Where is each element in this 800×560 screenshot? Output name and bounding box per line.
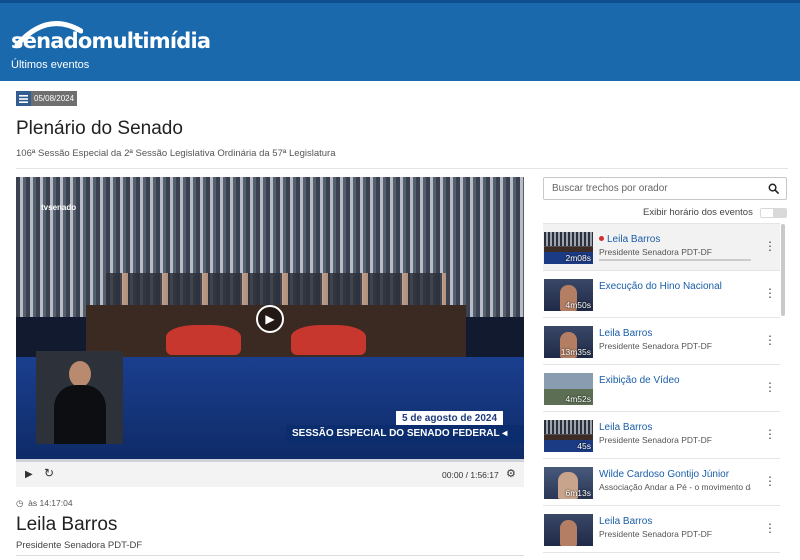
search-icon[interactable] — [768, 183, 779, 194]
more-options-icon[interactable]: ⋮ — [764, 428, 776, 440]
page-title: Plenário do Senado — [16, 118, 183, 139]
list-item[interactable]: 6m13s Wilde Cardoso Gontijo Júnior Assoc… — [543, 459, 780, 506]
big-play-button[interactable]: ▶ — [256, 305, 284, 333]
overlay-title: SESSÃO ESPECIAL DO SENADO FEDERAL ◂ — [286, 425, 524, 443]
speaker-time-row: ◷ às 14:17:04 — [16, 498, 73, 509]
duration: 45s — [577, 441, 591, 451]
more-options-icon[interactable]: ⋮ — [764, 522, 776, 534]
toggle-label: Exibir horário dos eventos — [643, 207, 753, 218]
logo-text-multimidia: multimídia — [91, 29, 212, 53]
item-title: Leila Barros — [599, 328, 653, 339]
item-subtitle: Presidente Senadora PDT-DF — [599, 529, 712, 539]
video-frame-people — [106, 273, 446, 307]
more-options-icon[interactable]: ⋮ — [764, 381, 776, 393]
video-frame-flowers-right — [291, 325, 366, 355]
event-list-scrollbar[interactable] — [781, 224, 785, 316]
more-options-icon[interactable]: ⋮ — [764, 287, 776, 299]
item-subtitle: Presidente Senadora PDT-DF — [599, 341, 712, 351]
list-item[interactable]: Leila Barros Presidente Senadora PDT-DF … — [543, 506, 780, 553]
video-controls: ▶ ↻ 00:00 / 1:56:17 ⚙ — [16, 462, 524, 487]
play-icon[interactable]: ▶ — [25, 469, 33, 480]
list-icon[interactable] — [16, 91, 31, 106]
time-display: 00:00 / 1:56:17 — [442, 470, 499, 480]
show-times-toggle[interactable] — [760, 208, 787, 218]
list-item[interactable]: 45s Leila Barros Presidente Senadora PDT… — [543, 412, 780, 459]
duration: 4m50s — [565, 300, 591, 310]
clock-icon: ◷ — [16, 498, 24, 508]
site-header: senadomultimídia Últimos eventos — [0, 0, 800, 81]
event-list: 2m08s Leila Barros Presidente Senadora P… — [543, 223, 780, 560]
item-title: Leila Barros — [599, 516, 653, 527]
duration: 4m52s — [565, 394, 591, 404]
item-title: Wilde Cardoso Gontijo Júnior — [599, 469, 730, 480]
thumbnail — [544, 514, 593, 546]
live-indicator-icon — [599, 235, 604, 241]
sign-language-interpreter — [36, 351, 123, 444]
nav-ultimos-eventos[interactable]: Últimos eventos — [11, 59, 89, 71]
divider — [16, 168, 788, 169]
video-player[interactable]: tvsenado ▶ 5 de agosto de 2024 SESSÃO ES… — [16, 177, 524, 462]
divider — [16, 555, 524, 556]
item-title: Execução do Hino Nacional — [599, 281, 722, 292]
reload-icon[interactable]: ↻ — [44, 466, 54, 480]
more-options-icon[interactable]: ⋮ — [764, 240, 776, 252]
item-title: Leila Barros — [599, 422, 653, 433]
thumbnail: 13m35s — [544, 326, 593, 358]
event-date-badge: 05/08/2024 — [16, 91, 78, 106]
tvsenado-logo: tvsenado — [41, 203, 77, 212]
item-title: Exibição de Vídeo — [599, 375, 680, 386]
item-subtitle: Presidente Senadora PDT-DF — [599, 435, 712, 445]
item-progress-bar — [599, 259, 751, 261]
thumbnail: 45s — [544, 420, 593, 452]
list-item[interactable]: 4m52s Exibição de Vídeo ⋮ — [543, 365, 780, 412]
item-subtitle: Associação Andar a Pé - o movimento da — [599, 482, 751, 492]
list-item[interactable]: 4m50s Execução do Hino Nacional ⋮ — [543, 271, 780, 318]
duration: 13m35s — [560, 347, 591, 357]
video-frame-flowers-left — [166, 325, 241, 355]
thumbnail: 2m08s — [544, 232, 593, 264]
play-icon: ▶ — [265, 312, 275, 326]
item-title-wrap: Leila Barros — [599, 234, 660, 245]
interpreter-head — [69, 361, 91, 387]
logo-text-senado: senado — [11, 29, 92, 53]
thumbnail: 4m50s — [544, 279, 593, 311]
search-input[interactable] — [544, 178, 764, 199]
speaker-role: Presidente Senadora PDT-DF — [16, 540, 143, 551]
search-box — [543, 177, 787, 200]
more-options-icon[interactable]: ⋮ — [764, 334, 776, 346]
page-subtitle: 106ª Sessão Especial da 2ª Sessão Legisl… — [16, 148, 336, 159]
list-item[interactable]: 13m35s Leila Barros Presidente Senadora … — [543, 318, 780, 365]
item-title: Leila Barros — [607, 234, 661, 245]
thumbnail: 6m13s — [544, 467, 593, 499]
more-options-icon[interactable]: ⋮ — [764, 475, 776, 487]
duration: 6m13s — [565, 488, 591, 498]
overlay-date: 5 de agosto de 2024 — [396, 411, 504, 426]
speaker-time: às 14:17:04 — [28, 498, 73, 508]
duration: 2m08s — [565, 253, 591, 263]
settings-icon[interactable]: ⚙ — [506, 467, 516, 480]
speaker-name: Leila Barros — [16, 514, 118, 535]
list-item[interactable]: 2m08s Leila Barros Presidente Senadora P… — [543, 224, 780, 271]
thumbnail: 4m52s — [544, 373, 593, 405]
interpreter-body — [54, 385, 106, 444]
event-date: 05/08/2024 — [31, 91, 78, 106]
item-subtitle: Presidente Senadora PDT-DF — [599, 247, 712, 257]
